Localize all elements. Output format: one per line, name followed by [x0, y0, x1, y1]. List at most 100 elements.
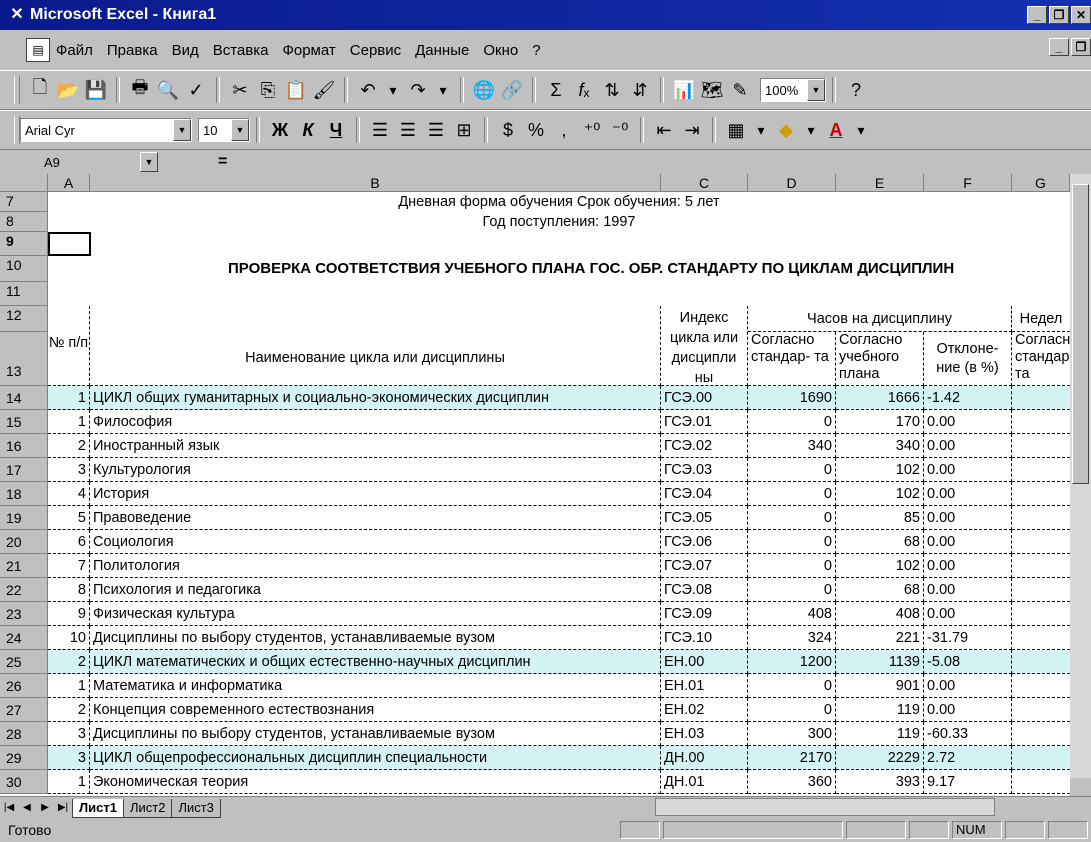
cell-dev[interactable]: 0.00	[924, 698, 1012, 722]
cell-plan[interactable]: 119	[836, 698, 924, 722]
cell-dev[interactable]: 0.00	[924, 674, 1012, 698]
cell-empty[interactable]	[1012, 650, 1070, 674]
last-sheet-icon[interactable]: ▶|	[54, 799, 72, 817]
first-sheet-icon[interactable]: |◀	[0, 799, 18, 817]
cell-std[interactable]: 340	[748, 434, 836, 458]
map-icon[interactable]: 🗺	[698, 76, 726, 104]
fill-color-icon[interactable]: ◆	[772, 116, 800, 144]
cell-name[interactable]: Экономическая теория	[90, 770, 661, 794]
cell-name[interactable]: Психология и педагогика	[90, 578, 661, 602]
cell-num[interactable]: 1	[48, 410, 90, 434]
row-header[interactable]: 14	[0, 386, 48, 410]
cell-empty[interactable]	[1012, 482, 1070, 506]
cell-empty[interactable]	[1012, 578, 1070, 602]
percent-icon[interactable]: %	[522, 116, 550, 144]
cell-num[interactable]: 1	[48, 386, 90, 410]
cell-plan[interactable]: 119	[836, 722, 924, 746]
undo-icon[interactable]: ↶	[354, 76, 382, 104]
cell-plan[interactable]: 102	[836, 554, 924, 578]
undo-dropdown-icon[interactable]: ▾	[382, 76, 404, 104]
cell-empty[interactable]	[1012, 626, 1070, 650]
prev-sheet-icon[interactable]: ◀	[18, 799, 36, 817]
sheet-tab-3[interactable]: Лист3	[171, 798, 221, 818]
menu-edit[interactable]: Правка	[107, 42, 158, 59]
cell-index[interactable]: ЕН.02	[661, 698, 748, 722]
cell-empty[interactable]	[1012, 674, 1070, 698]
cell-num[interactable]: 6	[48, 530, 90, 554]
open-icon[interactable]: 📂	[54, 76, 82, 104]
row-header[interactable]: 8	[0, 212, 48, 232]
index-header[interactable]: Индекс цикла или дисципли ны	[661, 306, 748, 386]
cell-plan[interactable]: 340	[836, 434, 924, 458]
column-header-d[interactable]: D	[748, 174, 836, 192]
row-header[interactable]: 11	[0, 282, 48, 306]
align-right-icon[interactable]: ☰	[422, 116, 450, 144]
column-header-c[interactable]: C	[661, 174, 748, 192]
cell-empty[interactable]	[1012, 698, 1070, 722]
cell-std[interactable]: 0	[748, 458, 836, 482]
row-header[interactable]: 16	[0, 434, 48, 458]
cell-plan[interactable]: 68	[836, 578, 924, 602]
format-painter-icon[interactable]: 🖌	[310, 76, 338, 104]
cell-std[interactable]: 0	[748, 554, 836, 578]
row-header[interactable]: 21	[0, 554, 48, 578]
column-header-e[interactable]: E	[836, 174, 924, 192]
cell-dev[interactable]: 0.00	[924, 434, 1012, 458]
row-header[interactable]: 20	[0, 530, 48, 554]
cell-std[interactable]: 0	[748, 698, 836, 722]
cell-dev[interactable]: -31.79	[924, 626, 1012, 650]
cell-index[interactable]: ЕН.01	[661, 674, 748, 698]
cell-empty[interactable]	[1012, 410, 1070, 434]
menu-insert[interactable]: Вставка	[213, 42, 269, 59]
row-header[interactable]: 17	[0, 458, 48, 482]
row-header[interactable]: 24	[0, 626, 48, 650]
row-header[interactable]: 18	[0, 482, 48, 506]
cell-name[interactable]: Социология	[90, 530, 661, 554]
cell-index[interactable]: ГСЭ.08	[661, 578, 748, 602]
decrease-indent-icon[interactable]: ⇤	[650, 116, 678, 144]
next-sheet-icon[interactable]: ▶	[36, 799, 54, 817]
cell-index[interactable]: ЕН.03	[661, 722, 748, 746]
cell-dev[interactable]: -1.42	[924, 386, 1012, 410]
bold-icon[interactable]: Ж	[266, 116, 294, 144]
cell-dev[interactable]: 0.00	[924, 530, 1012, 554]
weeks-group-header[interactable]: Недел	[1012, 306, 1070, 332]
cell-index[interactable]: ДН.01	[661, 770, 748, 794]
cell-empty[interactable]	[1012, 434, 1070, 458]
cell-plan[interactable]: 170	[836, 410, 924, 434]
cell-num[interactable]: 2	[48, 650, 90, 674]
cell-std[interactable]: 0	[748, 674, 836, 698]
cell-num[interactable]: 9	[48, 602, 90, 626]
cell-std[interactable]: 0	[748, 530, 836, 554]
cell-empty[interactable]	[1012, 506, 1070, 530]
drawing-icon[interactable]: ✎	[726, 76, 754, 104]
row-header[interactable]: 13	[0, 332, 48, 386]
increase-decimal-icon[interactable]: ⁺⁰	[578, 116, 606, 144]
cell-dev[interactable]: 9.17	[924, 770, 1012, 794]
row-header[interactable]: 26	[0, 674, 48, 698]
cell-num[interactable]: 3	[48, 722, 90, 746]
menu-help[interactable]: ?	[532, 42, 540, 59]
cell-dev[interactable]: 0.00	[924, 506, 1012, 530]
fill-color-dropdown-icon[interactable]: ▾	[800, 116, 822, 144]
cell-index[interactable]: ГСЭ.07	[661, 554, 748, 578]
save-icon[interactable]: 💾	[82, 76, 110, 104]
menu-tools[interactable]: Сервис	[350, 42, 401, 59]
minimize-button[interactable]: _	[1027, 6, 1047, 24]
cell-plan[interactable]: 1139	[836, 650, 924, 674]
report-title[interactable]: ПРОВЕРКА СООТВЕТСТВИЯ УЧЕБНОГО ПЛАНА ГОС…	[48, 256, 1070, 282]
cell-std[interactable]: 300	[748, 722, 836, 746]
cell-index[interactable]: ГСЭ.01	[661, 410, 748, 434]
chevron-down-icon[interactable]: ▼	[173, 119, 191, 141]
hyperlink-icon[interactable]: 🔗	[498, 76, 526, 104]
font-color-dropdown-icon[interactable]: ▾	[850, 116, 872, 144]
weeks-std-header[interactable]: Согласн стандар- та	[1012, 332, 1070, 386]
plan-hours-header[interactable]: Согласно учебного плана	[836, 332, 924, 386]
increase-indent-icon[interactable]: ⇥	[678, 116, 706, 144]
cell-std[interactable]: 0	[748, 578, 836, 602]
borders-icon[interactable]: ▦	[722, 116, 750, 144]
doc-restore-button[interactable]: ❐	[1071, 38, 1091, 56]
cell-index[interactable]: ГСЭ.09	[661, 602, 748, 626]
cell-name[interactable]: Иностранный язык	[90, 434, 661, 458]
row-header[interactable]: 25	[0, 650, 48, 674]
